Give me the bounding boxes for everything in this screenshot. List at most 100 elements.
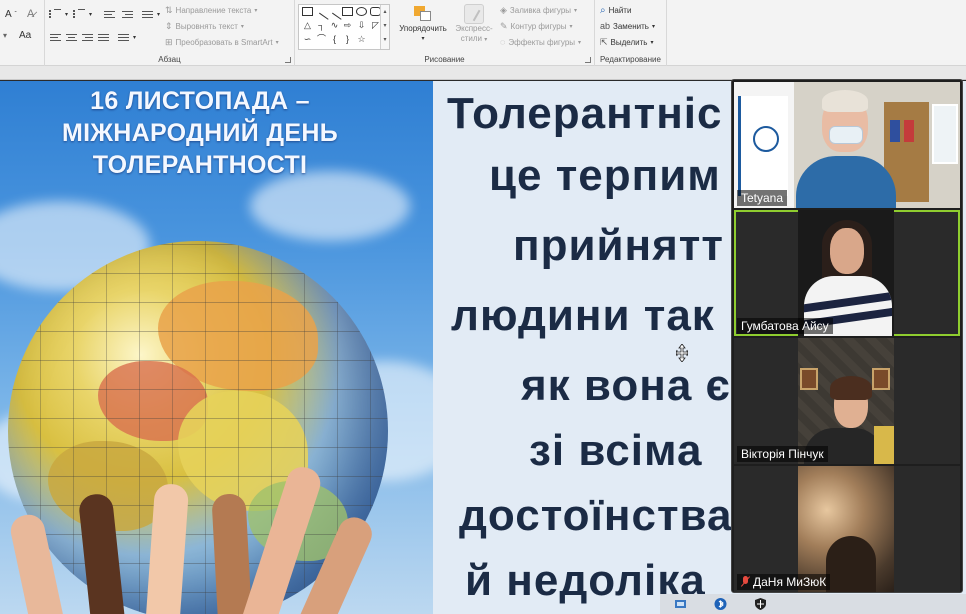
align-left-icon (49, 32, 62, 43)
mic-muted-icon (741, 576, 750, 587)
drawing-dialog-launcher[interactable] (585, 57, 591, 63)
align-center-button[interactable] (65, 32, 78, 43)
find-button[interactable]: ⌕ Найти (600, 5, 631, 16)
ribbon-collapse-bar (0, 66, 966, 80)
replace-label: Заменить (613, 21, 649, 31)
align-text-button[interactable]: ⇕ Выровнять текст ▾ (165, 21, 244, 32)
slide-text-line-4: людини так (451, 291, 715, 340)
columns-button[interactable]: ▾ (117, 32, 136, 43)
participant-name: Tetyana (737, 190, 788, 206)
align-center-icon (65, 32, 78, 43)
participant-name: Вікторія Пінчук (737, 446, 828, 462)
decrease-indent-icon (103, 9, 116, 20)
network-icon[interactable] (674, 598, 687, 610)
align-text-label: Выровнять текст (175, 22, 238, 31)
paragraph-group: ▾ ▾ ▾ ▾ ⇅ Направление текста ▾ ⇕ Выровнять … (45, 0, 295, 66)
arrange-icon (412, 4, 434, 24)
numbering-icon (73, 9, 86, 20)
participant-tile[interactable]: ДаНя МиЗюК (734, 466, 960, 592)
participant-name: ДаНя МиЗюК (753, 575, 827, 589)
slide-text-line-6: зі всіма (529, 426, 703, 475)
shape-outline-button[interactable]: ✎ Контур фигуры ▾ (500, 21, 573, 32)
font-size-decrease-button[interactable]: Aˇ (5, 9, 17, 20)
convert-smartart-label: Преобразовать в SmartArt (175, 38, 273, 47)
person-silhouette (826, 536, 876, 592)
university-flag (738, 96, 788, 196)
select-label: Выделить (610, 38, 648, 47)
ribbon: Aˇ A̷ ▾ Aa ▾ ▾ ▾ ▾ ⇅ Направление текста ▾ … (0, 0, 966, 66)
align-left-button[interactable] (49, 32, 62, 43)
numbering-button[interactable]: ▾ (73, 9, 92, 20)
shapes-gallery-scroll[interactable]: ▴ ▾ ▾ (380, 5, 389, 49)
shape-effects-label: Эффекты фигуры (508, 37, 576, 47)
brace-right-shape-icon[interactable]: } (342, 35, 353, 44)
justify-button[interactable] (97, 32, 110, 43)
arrange-button[interactable]: Упорядочить ▾ (397, 4, 449, 44)
text-direction-label: Направление текста (175, 6, 252, 15)
participant-name: Гумбатова Айсу (737, 318, 833, 334)
participant-tile-active[interactable]: Гумбатова Айсу (734, 210, 960, 336)
right-arrow-shape-icon[interactable]: ⇨ (342, 21, 353, 30)
shapes-gallery[interactable]: △ ┐ ∿ ⇨ ⇩ ◸ ∽ ⌒ { } ☆ ▴ ▾ ▾ (298, 4, 390, 50)
paragraph-dialog-launcher[interactable] (285, 57, 291, 63)
clear-format-button[interactable]: A̷ (27, 8, 34, 20)
shape-effects-button[interactable]: ◌ Эффекты фигуры ▾ (500, 37, 581, 47)
slide-text-line-5: як вона є (521, 361, 731, 410)
powerpoint-with-zoom-overlay: Aˇ A̷ ▾ Aa ▾ ▾ ▾ ▾ ⇅ Направление текста ▾ … (0, 0, 966, 614)
quick-styles-button[interactable]: Экспресс- стили ▾ (451, 4, 497, 45)
line-spacing-button[interactable]: ▾ (141, 9, 160, 20)
decrease-indent-button[interactable] (103, 9, 116, 20)
participant-tile[interactable]: Tetyana (734, 82, 960, 208)
convert-smartart-button[interactable]: ⊞ Преобразовать в SmartArt ▾ (165, 37, 279, 48)
participant-name-muted: ДаНя МиЗюК (737, 574, 831, 590)
brace-left-shape-icon[interactable]: { (329, 35, 340, 44)
drawing-group: △ ┐ ∿ ⇨ ⇩ ◸ ∽ ⌒ { } ☆ ▴ ▾ ▾ Упорядочить ▾ (295, 0, 595, 66)
flag-emblem-icon (753, 126, 779, 152)
textbox-shape-icon[interactable] (302, 7, 313, 16)
align-right-icon (81, 32, 94, 43)
elbow-connector-icon[interactable]: ┐ (316, 21, 327, 30)
increase-indent-button[interactable] (121, 9, 134, 20)
face-mask (829, 126, 863, 144)
rectangle-shape-icon[interactable] (342, 7, 353, 16)
paragraph-group-title: Абзац (158, 55, 181, 64)
replace-icon: ab (600, 21, 611, 31)
window (932, 104, 958, 164)
find-label: Найти (608, 6, 632, 15)
person-face (830, 228, 864, 274)
arc-shape-icon[interactable]: ⌒ (316, 35, 327, 44)
participant-tile[interactable]: Вікторія Пінчук (734, 338, 960, 464)
slide-image-globe-hands: 16 ЛИСТОПАДА – МІЖНАРОДНИЙ ДЕНЬ ТОЛЕРАНТ… (0, 81, 433, 614)
pointer-icon: ⇱ (600, 37, 608, 47)
font-color-arrow[interactable]: ▾ (3, 31, 7, 40)
slide-title-line-1: 16 ЛИСТОПАДА – (90, 87, 310, 115)
align-right-button[interactable] (81, 32, 94, 43)
change-case-button[interactable]: Aa (19, 30, 31, 41)
justify-icon (97, 32, 110, 43)
select-button[interactable]: ⇱ Выделить ▾ (600, 37, 653, 48)
shape-outline-label: Контур фигуры (510, 22, 567, 31)
replace-button[interactable]: ab Заменить ▾ (600, 21, 655, 31)
shape-fill-button[interactable]: ◈ Заливка фигуры ▾ (500, 5, 577, 16)
search-icon: ⌕ (600, 5, 606, 16)
slide-text-line-3: прийнятт (513, 221, 724, 270)
increase-indent-icon (121, 9, 134, 20)
zoom-participants-panel[interactable]: Tetyana Гумбатова Айсу Вікторія Пінчук Д… (731, 79, 963, 593)
triangle-shape-icon[interactable]: △ (302, 21, 313, 30)
columns-icon (117, 32, 130, 43)
bullets-button[interactable]: ▾ (49, 9, 68, 20)
arrange-label: Упорядочить (399, 24, 447, 33)
person-body (796, 156, 896, 208)
star-shape-icon[interactable]: ☆ (356, 35, 367, 44)
curved-connector-icon[interactable]: ∿ (329, 21, 340, 30)
bluetooth-icon[interactable] (714, 598, 727, 610)
oval-shape-icon[interactable] (356, 7, 367, 16)
font-group: Aˇ A̷ ▾ Aa (0, 0, 45, 66)
security-shield-icon[interactable] (754, 598, 767, 610)
down-arrow-shape-icon[interactable]: ⇩ (356, 21, 367, 30)
curve-shape-icon[interactable]: ∽ (302, 35, 313, 44)
bullets-icon (49, 9, 62, 20)
text-direction-button[interactable]: ⇅ Направление текста ▾ (165, 5, 257, 16)
editing-group: ⌕ Найти ab Заменить ▾ ⇱ Выделить ▾ Редактиров… (595, 0, 667, 66)
line-spacing-icon (141, 9, 154, 20)
